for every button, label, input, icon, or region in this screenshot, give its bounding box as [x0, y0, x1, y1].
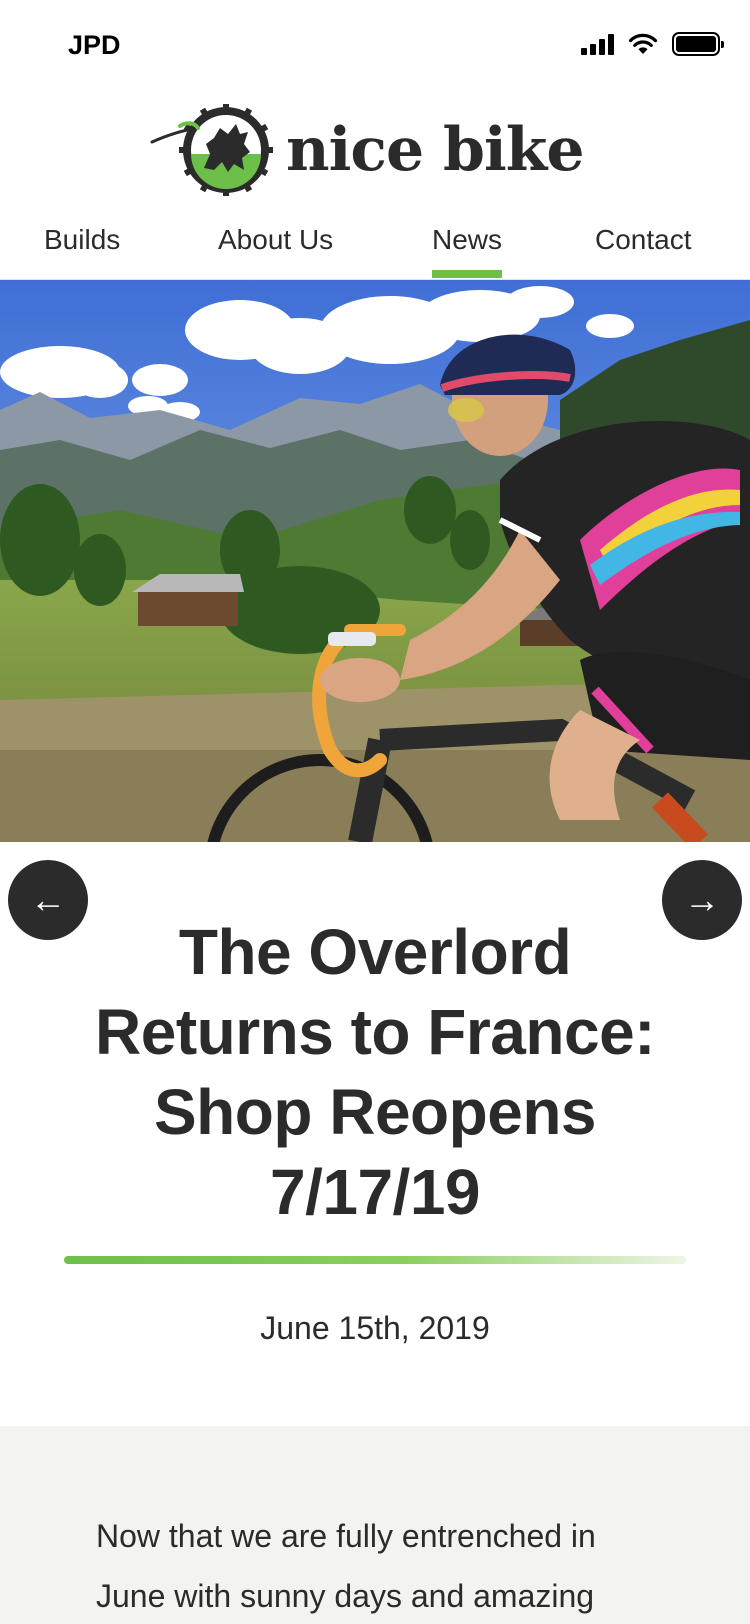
dragon-gear-logo-icon — [150, 104, 273, 196]
post-date: June 15th, 2019 — [260, 1310, 490, 1346]
hero-image — [0, 280, 750, 842]
wifi-icon — [628, 33, 658, 54]
battery-icon — [672, 32, 724, 56]
status-icons — [581, 32, 724, 56]
post-body-text: Now that we are fully entrenched in June… — [96, 1518, 596, 1614]
nav-item-about-us[interactable]: About Us — [218, 224, 333, 256]
nav-item-contact[interactable]: Contact — [595, 224, 692, 256]
title-divider — [64, 1256, 686, 1264]
main-nav: Builds About Us News Contact — [0, 214, 750, 280]
status-bar: JPD — [0, 0, 750, 92]
signal-icon — [581, 33, 614, 55]
site-logo[interactable]: nice bike — [150, 104, 585, 196]
carrier-label: JPD — [68, 30, 121, 60]
nav-item-builds[interactable]: Builds — [44, 224, 120, 256]
brand-name: nice bike — [286, 115, 585, 185]
hero-photo-cyclist-in-mountains — [0, 280, 750, 842]
post-title: The Overlord Returns to France: Shop Reo… — [95, 916, 655, 1228]
post-body-section: Now that we are fully entrenched in June… — [0, 1426, 750, 1624]
nav-item-news[interactable]: News — [432, 224, 503, 278]
